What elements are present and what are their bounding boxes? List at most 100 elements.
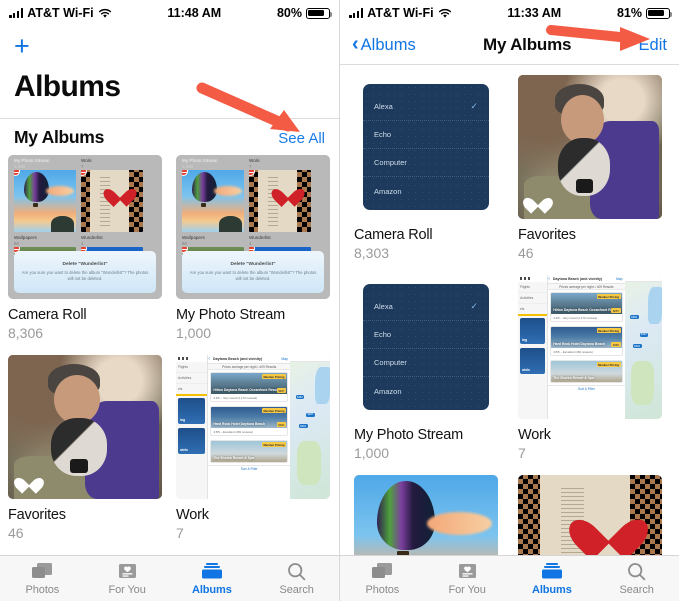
tab-albums[interactable]: Albums (510, 561, 595, 596)
nested-thumb-balloon (14, 170, 76, 232)
tab-for-you[interactable]: For You (85, 561, 170, 596)
status-right-group: 81% (616, 6, 673, 20)
travel-tag: Member Pricing (596, 294, 621, 299)
travel-sort-filter: Sort & Filter (548, 385, 625, 392)
travel-hotel-name: Hilton Daytona Beach Oceanfront Resort (553, 308, 619, 312)
dialog-title: Delete "Wunderlist" (230, 262, 276, 267)
travel-sort-filter: Sort & Filter (208, 465, 290, 472)
album-count: 7 (176, 525, 184, 541)
dark-list-item: Echo (374, 130, 392, 140)
status-bar-left: AT&T Wi-Fi 11:48 AM 80% (0, 0, 339, 26)
albums-edit-screenshot-art: My Photo Stream 1,000 Work 7 Wallpapers … (8, 155, 162, 299)
album-count: 1,000 (354, 445, 390, 461)
nested-thumb-balloon (182, 170, 244, 232)
album-name: Favorites (8, 507, 66, 523)
tab-search[interactable]: Search (594, 561, 679, 596)
section-header-my-albums: My Albums See All (0, 119, 339, 155)
album-cell-favorites[interactable]: Favorites 46 (8, 355, 162, 541)
travel-sidebar-item: Activities (176, 373, 208, 384)
battery-percent-label: 81% (616, 6, 642, 20)
dark-list-screenshot-art: Alexa ✓ Echo Computer Amazon (354, 275, 498, 419)
for-you-icon (458, 561, 477, 581)
section-title: My Albums (14, 127, 104, 147)
dark-list-item: Computer (374, 358, 407, 368)
album-thumbnail: My Photo Stream 1,000 Work 7 Wallpapers … (8, 155, 162, 299)
add-album-icon[interactable]: + (14, 32, 30, 60)
nav-title: My Albums (483, 35, 572, 54)
album-cell-work[interactable]: Flights Activities els ing otels ‹ Dayton… (176, 355, 330, 541)
dark-list-screenshot-art: Alexa ✓ Echo Computer Amazon (354, 75, 498, 219)
check-icon: ✓ (470, 301, 478, 312)
album-count: 8,303 (354, 245, 390, 261)
album-cell-camera-roll[interactable]: Alexa ✓ Echo Computer Amazon Camera Roll … (354, 75, 498, 261)
tab-label: For You (108, 584, 146, 596)
tab-albums[interactable]: Albums (170, 561, 255, 596)
travel-app-screenshot-art: Flights Activities els ing otels ‹ Dayton… (176, 355, 330, 499)
back-button[interactable]: ‹ Albums (352, 34, 416, 55)
status-time: 11:48 AM (167, 6, 222, 20)
tab-label: Photos (25, 584, 60, 596)
album-cell-my-photo-stream[interactable]: Alexa ✓ Echo Computer Amazon My Photo Str… (354, 275, 498, 461)
album-thumbnail: Alexa ✓ Echo Computer Amazon (354, 275, 498, 419)
travel-price: $382 (611, 342, 621, 347)
album-cell-camera-roll[interactable]: My Photo Stream 1,000 Work 7 Wallpapers … (8, 155, 162, 341)
travel-hotel-name: Hilton Daytona Beach Oceanfront Resort (213, 388, 280, 392)
travel-tag: Member Pricing (261, 442, 286, 447)
album-cell-work[interactable]: Flights Activities els ing otels ‹ Dayton… (518, 275, 662, 461)
album-count: 1,000 (176, 325, 212, 341)
nested-album-name: Wallpapers (182, 235, 205, 240)
signal-bars-icon (9, 8, 24, 18)
travel-price: $382 (276, 422, 286, 427)
album-cell-favorites[interactable]: Favorites 46 (518, 75, 662, 261)
travel-hotel-meta: 4.5/5 – Excellent (481 reviews) (213, 429, 253, 434)
photos-icon (31, 561, 53, 581)
for-you-icon (118, 561, 137, 581)
search-icon (627, 561, 646, 581)
dark-list-item: Alexa (374, 302, 393, 312)
album-thumbnail: Alexa ✓ Echo Computer Amazon (354, 75, 498, 219)
album-count: 8,306 (8, 325, 44, 341)
tab-for-you[interactable]: For You (425, 561, 510, 596)
see-all-link[interactable]: See All (278, 130, 325, 147)
edit-button[interactable]: Edit (639, 36, 667, 55)
travel-card-label: otels (522, 368, 530, 372)
dark-list-item: Echo (374, 330, 392, 340)
travel-sidebar-item: els (176, 384, 208, 396)
battery-icon (646, 7, 673, 19)
wifi-icon (438, 8, 452, 19)
album-name: Work (176, 507, 209, 523)
dark-list-item: Amazon (374, 186, 402, 196)
travel-sidebar-item: els (518, 304, 548, 316)
travel-hotel-name: The Shores Resort & Spa (213, 456, 255, 460)
tab-search[interactable]: Search (254, 561, 339, 596)
nav-bar-right: ‹ Albums My Albums Edit (340, 26, 679, 64)
travel-map-link: Map (615, 277, 623, 281)
tab-label: For You (448, 584, 486, 596)
tab-label: Search (619, 584, 654, 596)
album-grid-right: Alexa ✓ Echo Computer Amazon Camera Roll … (340, 65, 679, 601)
tab-bar-right: Photos For You Albums Search (340, 555, 679, 601)
favorite-heart-icon (19, 471, 39, 489)
album-grid-row-1: My Photo Stream 1,000 Work 7 Wallpapers … (0, 155, 339, 341)
album-cell-my-photo-stream[interactable]: My Photo Stream 1,000 Work 7 Wallpapers … (176, 155, 330, 341)
travel-sidebar-item: Flights (518, 282, 548, 293)
album-name: My Photo Stream (354, 427, 464, 443)
album-thumbnail: My Photo Stream 1,000 Work 7 Wallpapers … (176, 155, 330, 299)
travel-card-label: ing (180, 418, 186, 422)
travel-hotel-name: The Shores Resort & Spa (553, 376, 594, 380)
travel-hotel-name: Hard Rock Hotel Daytona Beach (213, 422, 266, 426)
travel-sidebar-item: Flights (176, 362, 208, 373)
tab-photos[interactable]: Photos (340, 561, 425, 596)
travel-nav-title: Daytona Beach (and vicinity) (552, 277, 603, 281)
status-right-group: 80% (277, 6, 333, 20)
nested-thumb-heart-card (81, 170, 143, 232)
nested-thumb-heart-card (249, 170, 311, 232)
travel-tag: Member Pricing (261, 408, 286, 413)
tab-photos[interactable]: Photos (0, 561, 85, 596)
nav-bar-left: + (0, 26, 339, 66)
wifi-icon (98, 8, 112, 19)
tab-label: Photos (365, 584, 400, 596)
left-screenshot-panel: AT&T Wi-Fi 11:48 AM 80% + Albums My Albu… (0, 0, 340, 601)
album-name: Camera Roll (354, 227, 433, 243)
travel-price: $287 (276, 388, 286, 393)
